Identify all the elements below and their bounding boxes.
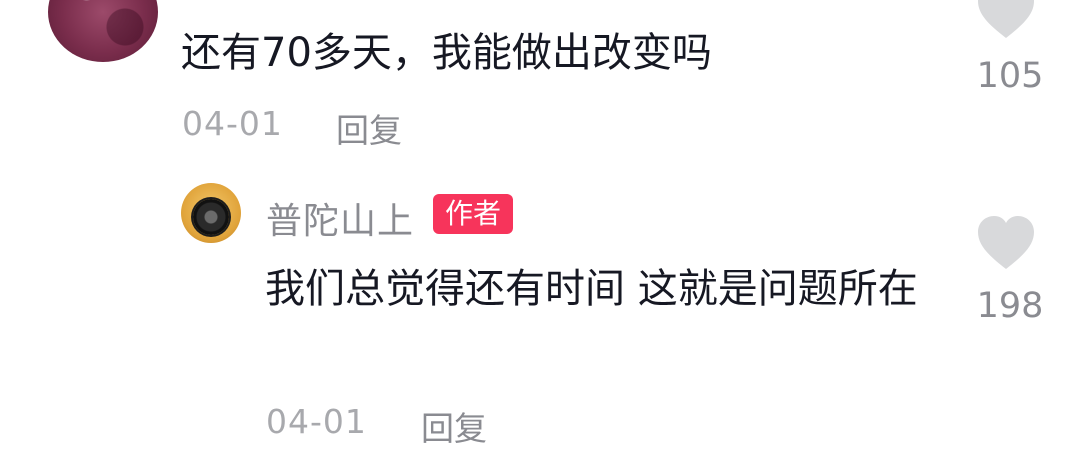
like-count: 198	[976, 286, 1044, 326]
heart-icon	[978, 0, 1034, 38]
reply-button[interactable]: 回复	[421, 402, 487, 450]
like-button[interactable]	[976, 0, 1036, 40]
avatar[interactable]	[48, 0, 158, 62]
comment-text: 我们总觉得还有时间 这就是问题所在	[265, 266, 918, 312]
author-badge: 作者	[433, 194, 514, 234]
comment-username[interactable]: 普陀山上	[266, 192, 414, 244]
avatar[interactable]	[181, 183, 241, 243]
comment-date: 04-01	[182, 104, 283, 143]
like-button[interactable]	[976, 215, 1036, 271]
comment-text: 还有70多天，我能做出改变吗	[181, 30, 712, 76]
heart-icon	[978, 216, 1034, 269]
avatar-disk	[193, 199, 229, 235]
comment-date: 04-01	[266, 402, 367, 441]
like-count: 105	[976, 56, 1044, 96]
reply-button[interactable]: 回复	[336, 104, 402, 152]
